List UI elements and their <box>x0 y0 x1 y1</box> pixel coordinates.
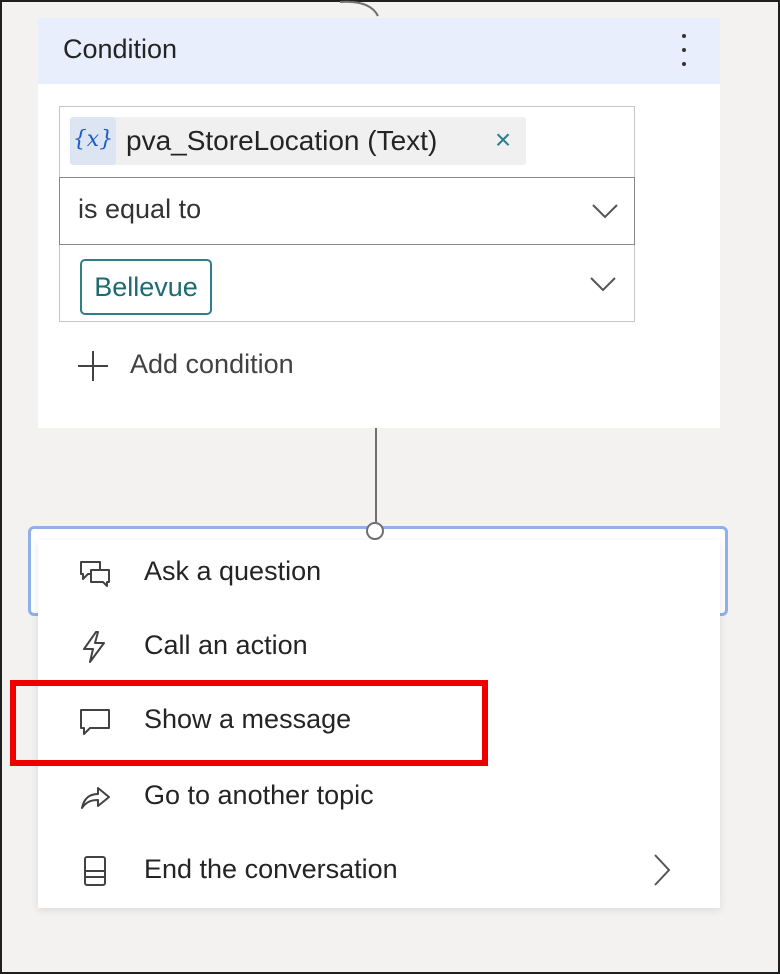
variable-chip[interactable]: {x} pva_StoreLocation (Text) × <box>70 117 526 165</box>
condition-card: Condition {x} pva_StoreLocation (Text) ×… <box>38 18 720 428</box>
incoming-connector <box>339 0 379 17</box>
more-options-icon[interactable] <box>674 34 694 66</box>
condition-title: Condition <box>63 34 178 64</box>
add-condition-button[interactable]: Add condition <box>76 346 336 386</box>
menu-item-ask-question[interactable]: Ask a question <box>38 540 720 606</box>
chevron-right-icon <box>654 854 671 886</box>
redirect-arrow-icon <box>81 787 110 809</box>
add-condition-label: Add condition <box>130 349 294 379</box>
operator-dropdown[interactable]: is equal to <box>59 177 635 245</box>
operator-value: is equal to <box>78 194 202 224</box>
value-dropdown[interactable]: Bellevue <box>60 247 634 321</box>
condition-editor: {x} pva_StoreLocation (Text) × is equal … <box>59 106 635 322</box>
menu-item-label: End the conversation <box>144 854 398 884</box>
lightning-icon <box>83 631 105 663</box>
variable-icon: {x} <box>70 117 116 165</box>
connector-handle[interactable] <box>366 522 384 540</box>
condition-header: Condition <box>38 18 720 84</box>
end-icon <box>84 856 106 886</box>
chevron-down-icon <box>590 277 616 292</box>
connector-line <box>375 428 377 526</box>
menu-item-call-action[interactable]: Call an action <box>38 614 720 680</box>
chevron-down-icon <box>592 204 618 219</box>
menu-item-go-to-topic[interactable]: Go to another topic <box>38 764 720 830</box>
plus-icon <box>78 351 108 381</box>
variable-row: {x} pva_StoreLocation (Text) × <box>60 107 634 177</box>
clear-variable-icon[interactable]: × <box>488 123 518 157</box>
highlight-box <box>10 680 488 766</box>
menu-item-label: Go to another topic <box>144 780 374 810</box>
menu-item-label: Call an action <box>144 630 308 660</box>
value-tag: Bellevue <box>80 259 212 315</box>
question-bubble-icon <box>80 561 110 587</box>
variable-name: pva_StoreLocation (Text) <box>126 125 438 156</box>
menu-item-end-conversation[interactable]: End the conversation <box>38 838 720 904</box>
menu-item-label: Ask a question <box>144 556 322 586</box>
